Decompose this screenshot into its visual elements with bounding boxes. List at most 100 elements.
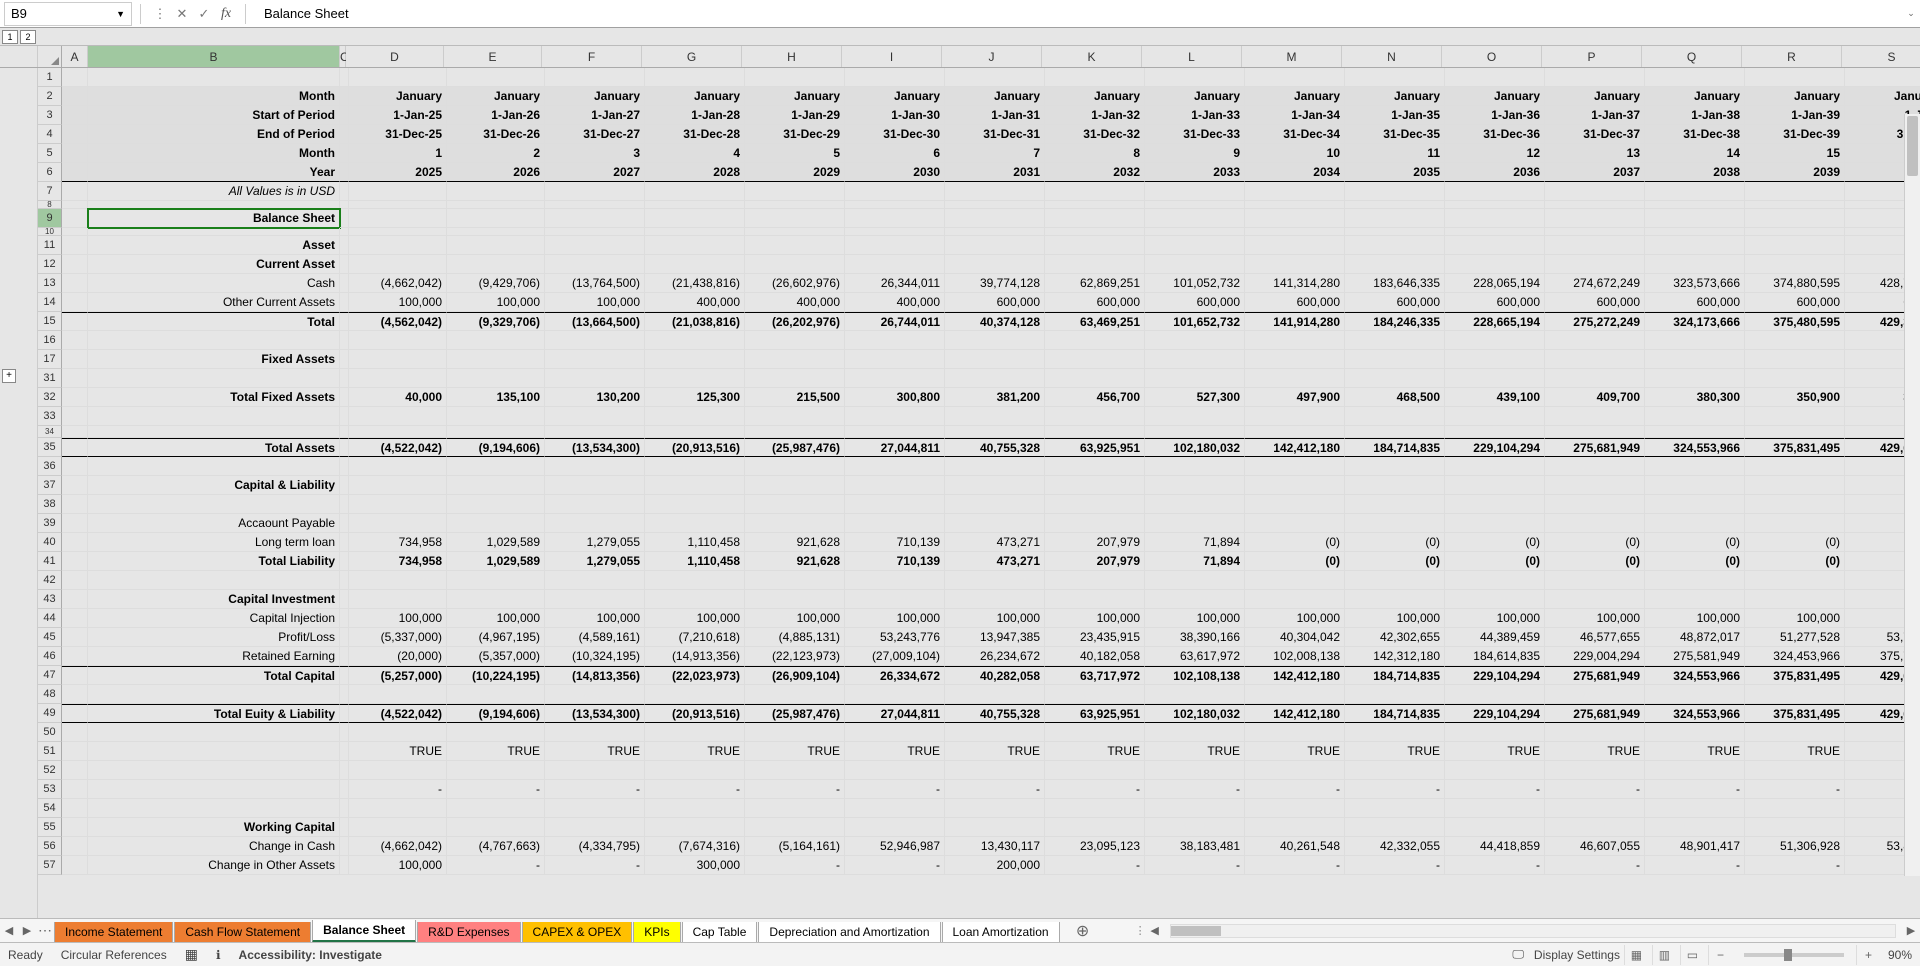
cell[interactable]: 31-Dec-29 xyxy=(745,125,845,144)
cell[interactable] xyxy=(545,209,645,228)
cell[interactable]: 141,314,280 xyxy=(1245,274,1345,293)
cell[interactable]: 40,000 xyxy=(349,388,447,407)
cell[interactable]: 1-Jan-37 xyxy=(1545,106,1645,125)
cell[interactable]: 184,614,835 xyxy=(1445,647,1545,666)
cell[interactable] xyxy=(1345,407,1445,426)
cell[interactable] xyxy=(349,685,447,704)
cell[interactable] xyxy=(447,495,545,514)
cell[interactable] xyxy=(1645,495,1745,514)
cell[interactable]: - xyxy=(1145,856,1245,875)
cell[interactable]: - xyxy=(1745,856,1845,875)
cell[interactable]: 1-Jan-29 xyxy=(745,106,845,125)
cell[interactable]: 1,029,589 xyxy=(447,533,545,552)
cell[interactable]: 31-Dec-39 xyxy=(1745,125,1845,144)
cell[interactable] xyxy=(1245,818,1345,837)
row-header[interactable]: 33 xyxy=(38,407,62,426)
cell[interactable] xyxy=(62,552,88,571)
cell[interactable]: 100,000 xyxy=(1245,609,1345,628)
cell[interactable] xyxy=(1245,590,1345,609)
cell[interactable]: (0) xyxy=(1445,533,1545,552)
cell[interactable]: 497,900 xyxy=(1245,388,1345,407)
cell[interactable] xyxy=(340,761,349,780)
column-header[interactable]: S xyxy=(1842,46,1920,67)
cell[interactable]: (0) xyxy=(1445,552,1545,571)
cell[interactable] xyxy=(945,590,1045,609)
cell[interactable]: 300,000 xyxy=(645,856,745,875)
cell[interactable] xyxy=(1245,182,1345,201)
cell[interactable] xyxy=(1745,255,1845,274)
cell[interactable] xyxy=(545,761,645,780)
cell[interactable]: 62,869,251 xyxy=(1045,274,1145,293)
cell[interactable] xyxy=(1245,209,1345,228)
cell[interactable] xyxy=(1745,457,1845,476)
row-header[interactable]: 11 xyxy=(38,236,62,255)
cell[interactable]: TRUE xyxy=(745,742,845,761)
cell[interactable] xyxy=(1045,761,1145,780)
cell[interactable] xyxy=(62,799,88,818)
cell[interactable] xyxy=(845,182,945,201)
cell[interactable] xyxy=(1245,799,1345,818)
cell[interactable] xyxy=(340,209,349,228)
cell[interactable]: 409,700 xyxy=(1545,388,1645,407)
zoom-out-button[interactable]: − xyxy=(1708,945,1732,965)
row-header[interactable]: 49 xyxy=(38,704,62,723)
cell[interactable] xyxy=(945,407,1045,426)
cell[interactable]: (26,909,104) xyxy=(745,666,845,685)
cell[interactable]: 600,000 xyxy=(1045,293,1145,312)
cell[interactable]: - xyxy=(1245,856,1345,875)
cell[interactable]: (0) xyxy=(1545,533,1645,552)
cell[interactable]: January xyxy=(349,87,447,106)
cell[interactable]: 26,234,672 xyxy=(945,647,1045,666)
cell[interactable]: (27,009,104) xyxy=(845,647,945,666)
cell[interactable]: 100,000 xyxy=(545,293,645,312)
cell[interactable] xyxy=(1745,495,1845,514)
cell[interactable]: - xyxy=(1345,780,1445,799)
cell[interactable] xyxy=(645,236,745,255)
cell[interactable]: (5,164,161) xyxy=(745,837,845,856)
cell[interactable] xyxy=(88,495,340,514)
cell[interactable]: 8 xyxy=(1045,144,1145,163)
cell[interactable]: 7 xyxy=(945,144,1045,163)
cell[interactable]: 13,430,117 xyxy=(945,837,1045,856)
cell[interactable]: 31-Dec-30 xyxy=(845,125,945,144)
cell[interactable] xyxy=(447,426,545,438)
row-header[interactable]: 51 xyxy=(38,742,62,761)
cell[interactable] xyxy=(1745,476,1845,495)
tab-nav-prev-icon[interactable]: ◀ xyxy=(0,919,18,943)
cell[interactable] xyxy=(645,255,745,274)
cell[interactable] xyxy=(645,331,745,350)
cell[interactable] xyxy=(1645,457,1745,476)
cell[interactable]: (20,000) xyxy=(349,647,447,666)
row-header[interactable]: 37 xyxy=(38,476,62,495)
cell[interactable] xyxy=(88,742,340,761)
cell[interactable] xyxy=(340,704,349,723)
cell[interactable] xyxy=(62,590,88,609)
cell[interactable] xyxy=(845,495,945,514)
cell[interactable] xyxy=(945,514,1045,533)
cell[interactable] xyxy=(1345,331,1445,350)
cell[interactable] xyxy=(745,350,845,369)
cell[interactable]: Balance Sheet xyxy=(88,209,340,228)
zoom-in-button[interactable]: + xyxy=(1856,945,1880,965)
column-header[interactable]: D xyxy=(346,46,444,67)
cell[interactable] xyxy=(88,407,340,426)
cell[interactable]: (0) xyxy=(1245,533,1345,552)
row-header[interactable]: 16 xyxy=(38,331,62,350)
cell[interactable]: 734,958 xyxy=(349,552,447,571)
cell[interactable]: Working Capital xyxy=(88,818,340,837)
cell[interactable]: 13,947,385 xyxy=(945,628,1045,647)
cell[interactable] xyxy=(1545,685,1645,704)
cell[interactable]: - xyxy=(745,856,845,875)
cell[interactable] xyxy=(1145,228,1245,236)
cell[interactable]: 229,104,294 xyxy=(1445,666,1545,685)
cell[interactable]: 2 xyxy=(447,144,545,163)
cell[interactable] xyxy=(845,457,945,476)
cell[interactable] xyxy=(447,818,545,837)
cell[interactable] xyxy=(1145,182,1245,201)
cell[interactable]: 324,553,966 xyxy=(1645,666,1745,685)
cell[interactable] xyxy=(845,514,945,533)
scrollbar-thumb[interactable] xyxy=(1171,926,1221,936)
cell[interactable] xyxy=(745,182,845,201)
cell[interactable] xyxy=(745,236,845,255)
cell[interactable] xyxy=(1345,426,1445,438)
